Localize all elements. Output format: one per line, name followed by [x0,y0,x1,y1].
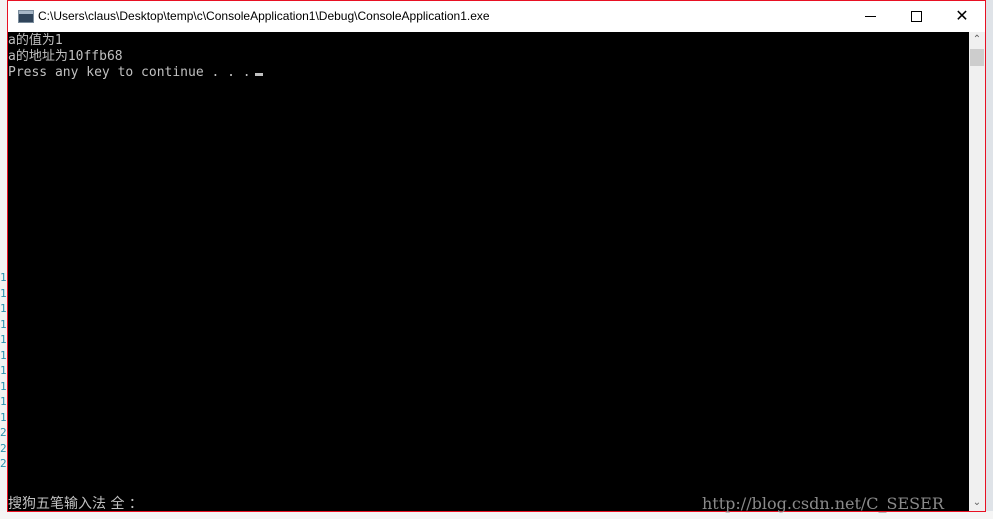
ime-status-bar: 搜狗五笔输入法 全 ： [8,495,143,512]
minimize-icon [864,16,876,18]
chevron-down-icon: ⌄ [972,497,982,508]
scrollbar-thumb[interactable] [970,49,984,66]
title-bar[interactable]: C:\Users\claus\Desktop\temp\c\ConsoleApp… [8,1,985,32]
console-line: a的地址为10ffb68 [8,49,123,64]
console-app-icon[interactable] [18,10,34,23]
close-button[interactable]: ✕ [939,1,985,32]
vertical-scrollbar[interactable]: ⌃ ⌄ [969,32,985,511]
watermark: http://blog.csdn.net/C_SESER [702,493,944,513]
scroll-down-button[interactable]: ⌄ [969,495,985,511]
maximize-button[interactable] [893,1,939,32]
chevron-up-icon: ⌃ [972,34,982,45]
maximize-icon [910,11,922,23]
console-output[interactable]: a的值为1 a的地址为10ffb68 Press any key to cont… [8,32,969,513]
text-cursor [254,73,263,76]
window-title: C:\Users\claus\Desktop\temp\c\ConsoleApp… [38,9,490,23]
console-line: a的值为1 [8,33,63,48]
close-icon: ✕ [955,8,969,25]
minimize-button[interactable] [847,1,893,32]
console-window[interactable]: C:\Users\claus\Desktop\temp\c\ConsoleApp… [7,0,986,512]
background-editor-right [985,0,993,519]
console-line: Press any key to continue . . . [8,65,263,82]
scroll-up-button[interactable]: ⌃ [969,32,985,48]
console-prompt-text: Press any key to continue . . . [8,65,251,80]
